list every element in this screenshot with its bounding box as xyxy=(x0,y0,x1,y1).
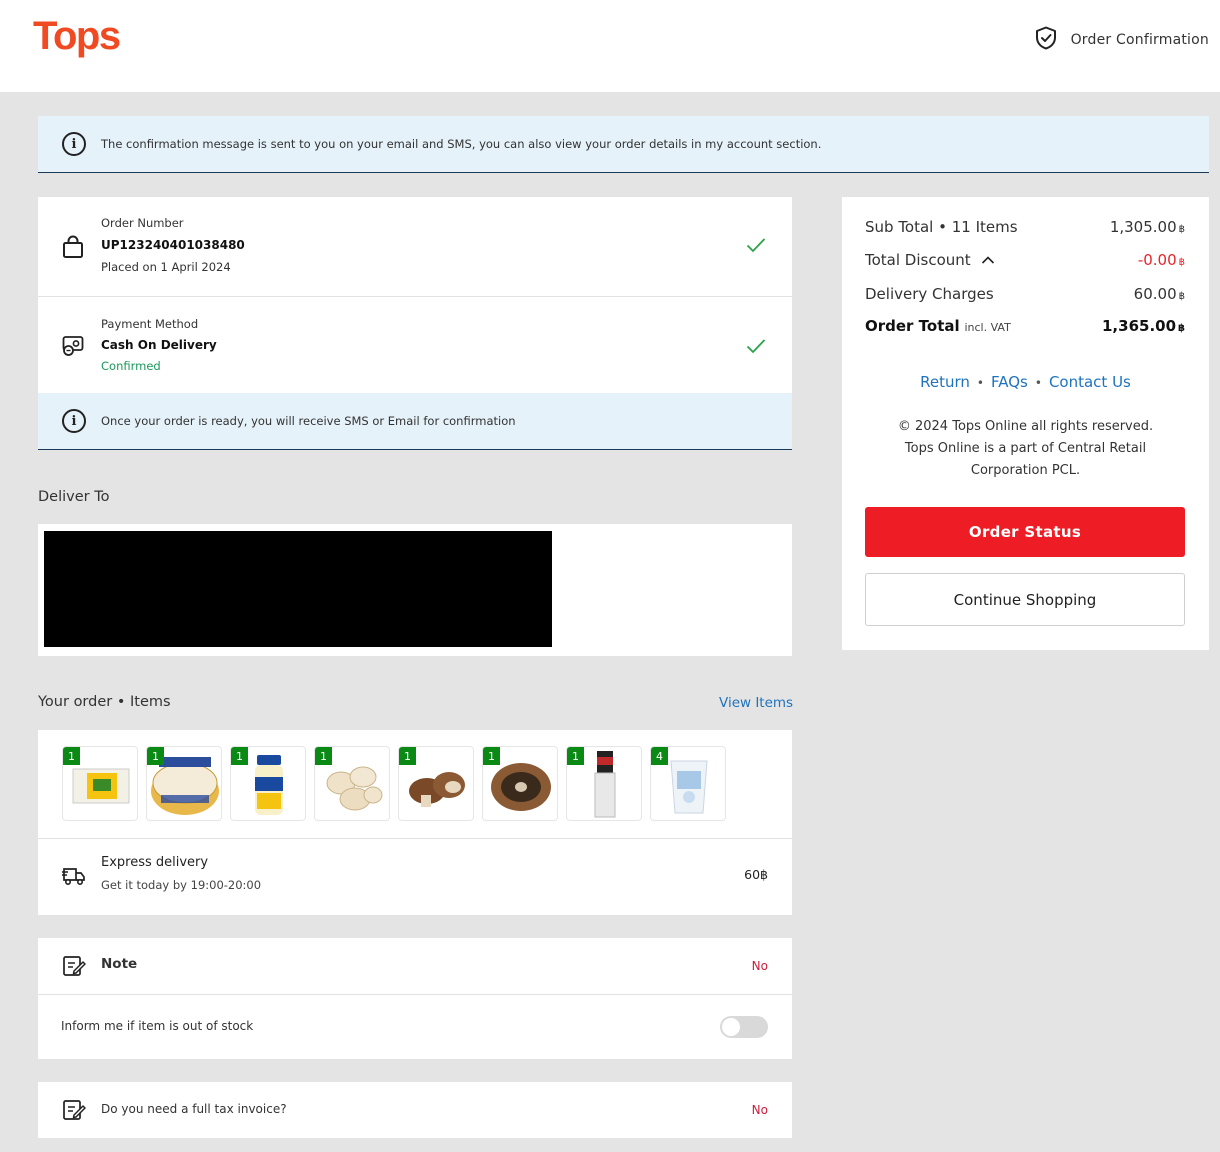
discount-label[interactable]: Total Discount xyxy=(865,251,995,269)
payment-status: Confirmed xyxy=(101,359,161,373)
shield-check-icon xyxy=(1035,26,1057,54)
your-order-title: Your order • Items xyxy=(38,694,171,710)
order-status-button[interactable]: Order Status xyxy=(865,507,1185,557)
banner-text: The confirmation message is sent to you … xyxy=(101,137,822,151)
delivery-price: 60฿ xyxy=(744,867,768,882)
order-summary-card: Sub Total • 11 Items 1,305.00 ฿ Total Dis… xyxy=(842,197,1209,650)
payment-method-value: Cash On Delivery xyxy=(101,338,217,352)
qty-badge: 1 xyxy=(147,747,164,765)
delivery-type: Express delivery xyxy=(101,855,209,870)
product-thumb-cheese[interactable]: 1 xyxy=(62,746,138,821)
toggle-knob xyxy=(722,1018,740,1036)
qty-badge: 1 xyxy=(399,747,416,765)
out-of-stock-label: Inform me if item is out of stock xyxy=(61,1019,254,1033)
contact-us-link[interactable]: Contact Us xyxy=(1049,373,1131,391)
info-icon: i xyxy=(62,132,86,156)
tax-invoice-value[interactable]: No xyxy=(752,1103,768,1117)
divider xyxy=(38,994,792,995)
tax-invoice-label: Do you need a full tax invoice? xyxy=(101,1102,287,1116)
product-thumb-mayonnaise[interactable]: 1 xyxy=(230,746,306,821)
payment-method-row: Payment Method Cash On Delivery Confirme… xyxy=(38,297,792,393)
order-placed-date: Placed on 1 April 2024 xyxy=(101,260,231,274)
note-value[interactable]: No xyxy=(752,959,768,973)
order-card: Order Number UP123240401038480 Placed on… xyxy=(38,197,792,450)
out-of-stock-toggle[interactable] xyxy=(720,1016,768,1038)
order-ready-notice: i Once your order is ready, you will rec… xyxy=(38,393,792,450)
info-icon: i xyxy=(62,409,86,433)
subtotal-label: Sub Total • 11 Items xyxy=(865,218,1018,236)
order-number: UP123240401038480 xyxy=(101,238,245,252)
edit-invoice-icon xyxy=(62,1098,86,1126)
product-thumb-spice-grinder[interactable]: 1 xyxy=(566,746,642,821)
order-total-label: Order Total incl. VAT xyxy=(865,317,1011,335)
product-thumb-yogurt[interactable]: 4 xyxy=(650,746,726,821)
tax-invoice-card: Do you need a full tax invoice? No xyxy=(38,1082,792,1138)
edit-note-icon xyxy=(62,954,86,982)
order-confirmation-indicator: Order Confirmation xyxy=(1035,26,1209,54)
discount-amount: -0.00 ฿ xyxy=(1137,251,1185,269)
qty-badge: 4 xyxy=(651,747,668,765)
divider xyxy=(38,838,792,839)
view-items-link[interactable]: View Items xyxy=(719,695,793,711)
order-number-label: Order Number xyxy=(101,216,184,230)
return-link[interactable]: Return xyxy=(920,373,970,391)
product-thumbnails: 1 1 1 1 1 1 1 4 xyxy=(62,746,726,821)
subtotal-amount: 1,305.00 ฿ xyxy=(1109,218,1185,236)
qty-badge: 1 xyxy=(483,747,500,765)
footer-links: Return • FAQs • Contact Us xyxy=(920,373,1131,391)
product-thumb-brown-mushrooms[interactable]: 1 xyxy=(398,746,474,821)
delivery-charges-label: Delivery Charges xyxy=(865,285,994,303)
page-label: Order Confirmation xyxy=(1070,32,1209,48)
subtotal-row: Sub Total • 11 Items 1,305.00 ฿ xyxy=(865,218,1185,236)
delivery-time: Get it today by 19:00-20:00 xyxy=(101,878,262,892)
product-thumb-camembert[interactable]: 1 xyxy=(146,746,222,821)
qty-badge: 1 xyxy=(567,747,584,765)
chevron-up-icon xyxy=(982,256,995,264)
confirmation-banner: i The confirmation message is sent to yo… xyxy=(38,116,1209,173)
qty-badge: 1 xyxy=(231,747,248,765)
order-total-row: Order Total incl. VAT 1,365.00 ฿ xyxy=(865,317,1185,335)
deliver-to-title: Deliver To xyxy=(38,489,110,505)
check-icon xyxy=(746,338,766,358)
qty-badge: 1 xyxy=(63,747,80,765)
delivery-charges-row: Delivery Charges 60.00 ฿ xyxy=(865,285,1185,303)
order-total-amount: 1,365.00 ฿ xyxy=(1102,317,1185,335)
top-header: Tops Order Confirmation xyxy=(0,0,1220,92)
note-card: Note No Inform me if item is out of stoc… xyxy=(38,938,792,1059)
qty-badge: 1 xyxy=(315,747,332,765)
order-number-row: Order Number UP123240401038480 Placed on… xyxy=(38,197,792,297)
redacted-address xyxy=(44,531,552,647)
order-ready-text: Once your order is ready, you will recei… xyxy=(101,414,516,428)
tops-logo[interactable]: Tops xyxy=(33,14,121,59)
order-items-card: 1 1 1 1 1 1 1 4 Express delivery Get it … xyxy=(38,730,792,915)
delivery-charges-amount: 60.00 ฿ xyxy=(1133,285,1185,303)
discount-row[interactable]: Total Discount -0.00 ฿ xyxy=(865,251,1185,269)
delivery-truck-icon xyxy=(62,865,86,891)
product-thumb-white-mushrooms[interactable]: 1 xyxy=(314,746,390,821)
faqs-link[interactable]: FAQs xyxy=(991,373,1028,391)
copyright-text: © 2024 Tops Online all rights reserved. … xyxy=(897,419,1154,478)
delivery-address-card xyxy=(38,524,792,656)
shopping-bag-icon xyxy=(62,235,84,263)
payment-method-label: Payment Method xyxy=(101,317,199,331)
check-icon xyxy=(746,237,766,257)
cash-payment-icon xyxy=(62,335,84,361)
product-thumb-portobello[interactable]: 1 xyxy=(482,746,558,821)
note-title: Note xyxy=(101,956,138,972)
continue-shopping-button[interactable]: Continue Shopping xyxy=(865,573,1185,626)
